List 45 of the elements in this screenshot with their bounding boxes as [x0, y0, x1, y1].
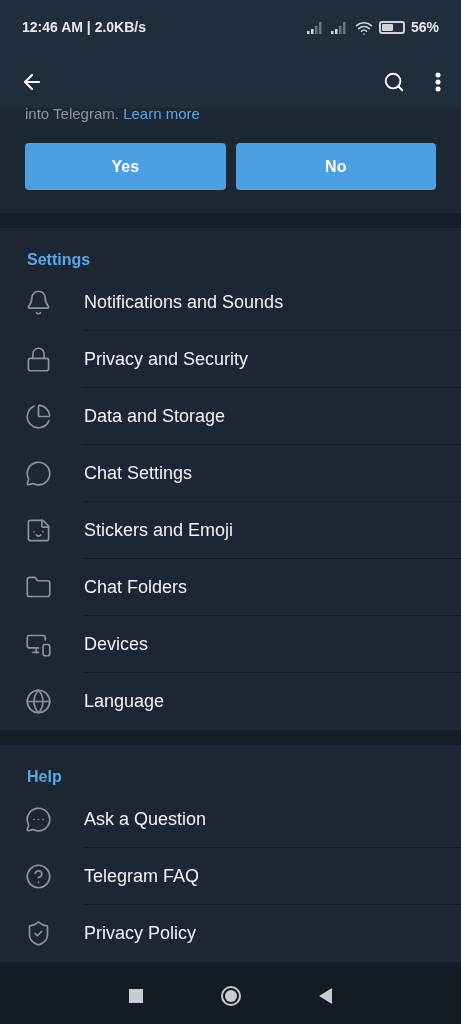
- row-label: Ask a Question: [84, 807, 207, 831]
- row-label: Devices: [84, 632, 149, 656]
- learn-more-link[interactable]: Learn more: [123, 108, 200, 122]
- back-nav-button[interactable]: [319, 988, 332, 1004]
- signal-icon: [330, 21, 349, 34]
- home-button[interactable]: [221, 986, 241, 1006]
- settings-row[interactable]: Chat Folders: [0, 559, 461, 616]
- settings-row[interactable]: Language: [0, 673, 461, 730]
- settings-row[interactable]: Data and Storage: [0, 388, 461, 445]
- chat-dots-icon: [25, 806, 52, 833]
- globe-icon: [25, 688, 52, 715]
- row-label: Privacy and Security: [84, 347, 249, 371]
- pie-chart-icon: [25, 403, 52, 430]
- settings-row[interactable]: Stickers and Emoji: [0, 502, 461, 559]
- menu-button[interactable]: [435, 71, 441, 92]
- sticker-icon: [25, 517, 52, 544]
- row-label: Notifications and Sounds: [84, 290, 284, 314]
- settings-row[interactable]: Devices: [0, 616, 461, 673]
- row-label: Chat Settings: [84, 461, 193, 485]
- row-label: Telegram FAQ: [84, 864, 200, 888]
- settings-row[interactable]: Ask a Question: [0, 791, 461, 848]
- settings-row[interactable]: Privacy and Security: [0, 331, 461, 388]
- settings-row[interactable]: Notifications and Sounds: [0, 274, 461, 331]
- search-icon: [383, 70, 405, 93]
- notice-text: into Telegram. Learn more: [25, 108, 201, 120]
- settings-row[interactable]: Privacy Policy: [0, 905, 461, 962]
- battery-icon: [378, 21, 405, 34]
- settings-row[interactable]: Telegram FAQ: [0, 848, 461, 905]
- row-label: Data and Storage: [84, 404, 226, 428]
- search-button[interactable]: [383, 70, 405, 93]
- speech-bubble-icon: [25, 460, 52, 487]
- bell-icon: [25, 289, 52, 316]
- settings-row[interactable]: Chat Settings: [0, 445, 461, 502]
- help-icon: [25, 863, 52, 890]
- row-label: Chat Folders: [84, 575, 188, 599]
- section-title: Settings: [26, 250, 92, 270]
- battery-percent: 56%: [410, 18, 439, 37]
- signal-icon: [306, 21, 325, 34]
- lock-icon: [25, 346, 52, 373]
- row-label: Stickers and Emoji: [84, 518, 234, 542]
- row-label: Privacy Policy: [84, 922, 197, 945]
- row-label: Language: [84, 690, 165, 713]
- section-title: Help: [26, 767, 63, 787]
- more-icon: [435, 71, 441, 92]
- status-time: 12:46 AM | 2.0KB/s: [22, 18, 146, 37]
